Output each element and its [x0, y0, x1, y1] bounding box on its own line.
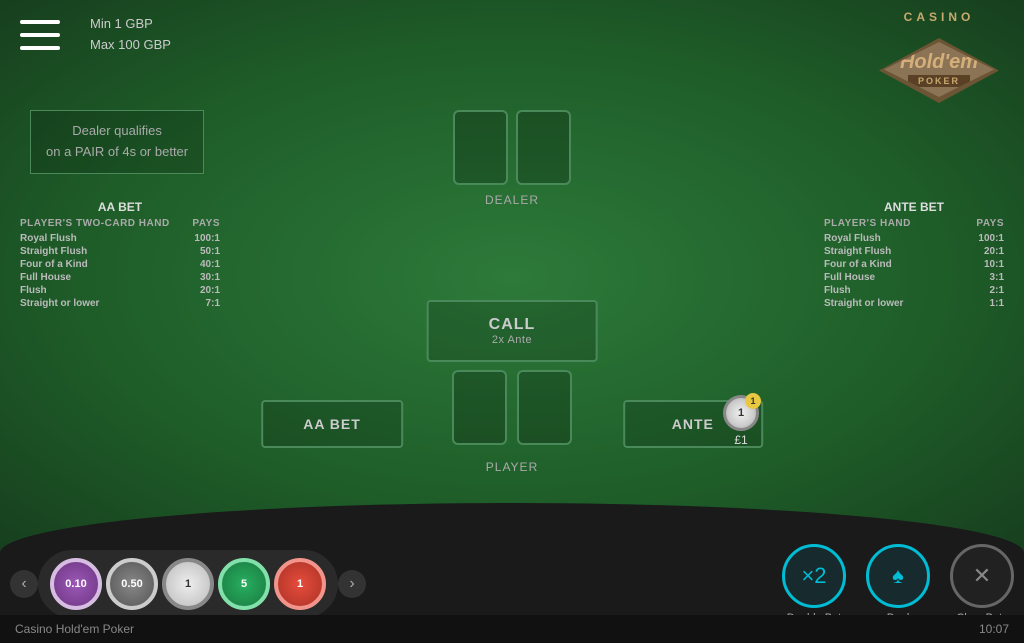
paytable-right-header-hand: PLAYER'S HAND	[824, 218, 911, 229]
chip-0.50[interactable]: 0.50	[106, 558, 158, 610]
dealer-label: DEALER	[485, 193, 539, 207]
clear-bets-button[interactable]: ✕ Clear Bets	[950, 544, 1014, 624]
chip-0.10[interactable]: 0.10	[50, 558, 102, 610]
paytable-left-row: Straight or lower7:1	[20, 298, 220, 309]
chip-circle: 1 1	[723, 395, 759, 431]
menu-button[interactable]	[20, 20, 60, 50]
call-area: CALL 2x Ante	[427, 300, 598, 362]
paytable-right-row: Straight Flush20:1	[824, 246, 1004, 257]
paytable-left-row: Full House30:1	[20, 272, 220, 283]
dealer-card-2	[516, 110, 571, 185]
paytable-right-row: Royal Flush100:1	[824, 233, 1004, 244]
dealer-cards	[453, 110, 571, 185]
paytable-right-rows: Royal Flush100:1 Straight Flush20:1 Four o…	[824, 233, 1004, 309]
paytable-left-row: Straight Flush50:1	[20, 246, 220, 257]
call-button-sub: 2x Ante	[489, 334, 536, 346]
chip-badge-label: 1	[738, 407, 744, 419]
deal-icon: ♠	[866, 544, 930, 608]
paytable-right-row: Four of a Kind10:1	[824, 259, 1004, 270]
call-button-label: CALL	[489, 316, 536, 334]
paytable-left-row: Flush20:1	[20, 285, 220, 296]
paytable-left-title: AA BET	[20, 200, 220, 214]
dealer-card-1	[453, 110, 508, 185]
chip-5[interactable]: 5	[218, 558, 270, 610]
dealer-area: DEALER	[453, 110, 571, 207]
chip-nav-right[interactable]: ›	[338, 570, 366, 598]
chip-amount: £1	[734, 433, 747, 447]
logo-poker: POKER	[908, 75, 970, 87]
double-bet-icon: ×2	[782, 544, 846, 608]
clock: 10:07	[979, 622, 1009, 636]
paytable-right-title: ANTE BET	[824, 200, 1004, 214]
bet-buttons: AA BET ANTE	[261, 400, 763, 448]
ante-chip: 1 1 £1	[723, 395, 759, 447]
paytable-left: AA BET PLAYER'S TWO-CARD HAND PAYS Royal…	[20, 200, 220, 311]
bottom-bar: ‹ 0.10 0.50 1 5 1 › ×2 Double Bet ♠ Deal…	[0, 553, 1024, 615]
paytable-left-header-pays: PAYS	[192, 218, 220, 229]
paytable-right-header-pays: PAYS	[976, 218, 1004, 229]
paytable-right-row: Full House3:1	[824, 272, 1004, 283]
paytable-left-rows: Royal Flush100:1 Straight Flush50:1 Four o…	[20, 233, 220, 309]
chip-100[interactable]: 1	[274, 558, 326, 610]
status-bar: Casino Hold'em Poker 10:07	[0, 615, 1024, 643]
player-label: PLAYER	[486, 460, 538, 474]
chip-nav-left[interactable]: ‹	[10, 570, 38, 598]
app-title: Casino Hold'em Poker	[15, 622, 134, 636]
call-button[interactable]: CALL 2x Ante	[427, 300, 598, 362]
clear-bets-icon: ✕	[950, 544, 1014, 608]
chip-1[interactable]: 1	[162, 558, 214, 610]
dealer-qualifier: Dealer qualifies on a PAIR of 4s or bett…	[30, 110, 204, 174]
paytable-left-header-hand: PLAYER'S TWO-CARD HAND	[20, 218, 170, 229]
aa-bet-button[interactable]: AA BET	[261, 400, 403, 448]
casino-logo: CASINO Hold'em POKER	[874, 10, 1004, 108]
paytable-left-row: Four of a Kind40:1	[20, 259, 220, 270]
paytable-right: ANTE BET PLAYER'S HAND PAYS Royal Flush1…	[824, 200, 1004, 311]
double-bet-button[interactable]: ×2 Double Bet	[782, 544, 846, 624]
deal-button[interactable]: ♠ Deal	[866, 544, 930, 624]
bet-limits: Min 1 GBP Max 100 GBP	[90, 14, 171, 56]
paytable-right-row: Flush2:1	[824, 285, 1004, 296]
paytable-right-row: Straight or lower1:1	[824, 298, 1004, 309]
action-buttons: ×2 Double Bet ♠ Deal ✕ Clear Bets	[782, 544, 1014, 624]
paytable-left-row: Royal Flush100:1	[20, 233, 220, 244]
casino-word: CASINO	[874, 10, 1004, 24]
chip-badge: 1	[745, 393, 761, 409]
chip-tray: 0.10 0.50 1 5 1	[38, 550, 338, 618]
